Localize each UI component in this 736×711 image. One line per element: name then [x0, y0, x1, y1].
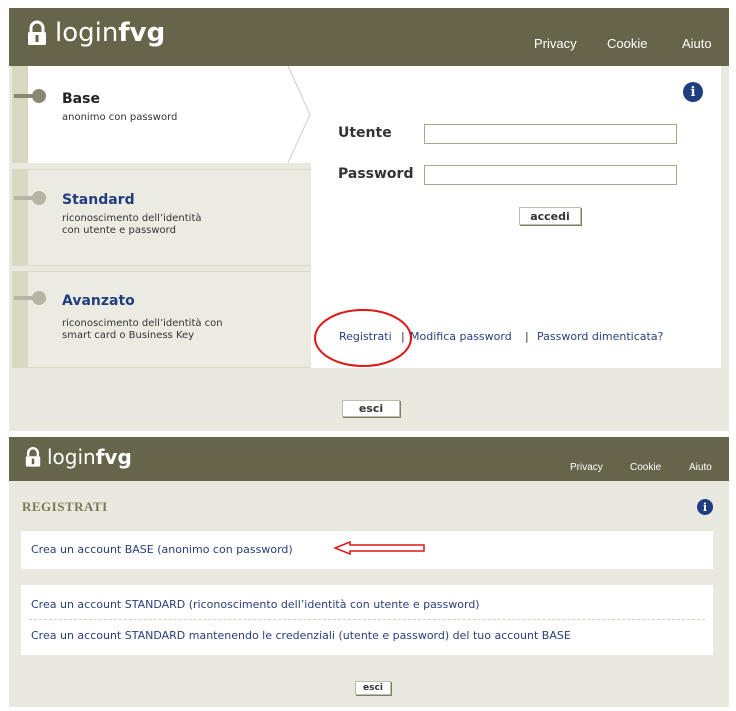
- tab-avanzato-title: Avanzato: [62, 293, 135, 309]
- tab-base-desc: anonimo con password: [62, 112, 178, 123]
- annotation-arrow: [334, 541, 425, 555]
- tab-avanzato-desc-1: riconoscimento dell’identità con: [62, 318, 223, 329]
- user-input[interactable]: [424, 124, 677, 144]
- tab-standard-desc-2: con utente e password: [62, 225, 176, 236]
- tab-standard-desc-1: riconoscimento dell’identità: [62, 213, 202, 224]
- tab-standard-title: Standard: [62, 192, 135, 208]
- logo-prefix: login: [55, 18, 119, 48]
- password-label: Password: [338, 166, 414, 182]
- key-icon: [14, 290, 48, 309]
- tab-avanzato[interactable]: Avanzato riconoscimento dell’identità co…: [12, 271, 316, 368]
- create-base-account-link[interactable]: Crea un account BASE (anonimo con passwo…: [31, 543, 293, 556]
- tab-standard[interactable]: Standard riconoscimento dell’identità co…: [12, 169, 316, 266]
- logo-prefix: login: [47, 445, 96, 469]
- lock-icon: [25, 446, 41, 468]
- nav-privacy[interactable]: Privacy: [534, 36, 577, 51]
- create-standard-account-link[interactable]: Crea un account STANDARD (riconoscimento…: [31, 598, 480, 611]
- nav-aiuto[interactable]: Aiuto: [689, 462, 712, 473]
- logo[interactable]: loginfvg: [25, 445, 132, 469]
- tab-base-title: Base: [62, 91, 100, 107]
- tab-base[interactable]: Base anonimo con password: [12, 66, 316, 163]
- key-icon: [14, 190, 48, 209]
- nav-privacy[interactable]: Privacy: [570, 462, 603, 473]
- nav-cookie[interactable]: Cookie: [630, 462, 661, 473]
- key-icon: [14, 88, 48, 107]
- tab-avanzato-desc-2: smart card o Business Key: [62, 330, 195, 341]
- user-label: Utente: [338, 125, 392, 141]
- tab-arrow: [288, 66, 311, 163]
- forgot-password-link[interactable]: Password dimenticata?: [537, 330, 663, 343]
- info-icon[interactable]: i: [697, 499, 713, 515]
- password-input[interactable]: [424, 165, 677, 185]
- divider: [29, 619, 705, 620]
- exit-button[interactable]: esci: [355, 681, 391, 695]
- logo-bold: fvg: [95, 445, 132, 469]
- create-standard-from-base-link[interactable]: Crea un account STANDARD mantenendo le c…: [31, 629, 571, 642]
- info-icon[interactable]: i: [683, 82, 703, 102]
- login-button[interactable]: accedi: [519, 207, 581, 225]
- option-box-standard: Crea un account STANDARD (riconoscimento…: [21, 585, 713, 655]
- logo-bold: fvg: [118, 18, 166, 48]
- section-title: REGISTRATI: [22, 499, 108, 514]
- link-separator: |: [525, 330, 529, 343]
- logo[interactable]: loginfvg: [27, 18, 165, 48]
- top-header: loginfvg Privacy Cookie Aiuto: [9, 8, 729, 66]
- exit-button[interactable]: esci: [342, 400, 400, 417]
- lock-icon: [27, 20, 47, 46]
- nav-aiuto[interactable]: Aiuto: [682, 36, 712, 51]
- annotation-circle: [314, 309, 412, 367]
- change-password-link[interactable]: Modifica password: [410, 330, 512, 343]
- bottom-header: loginfvg Privacy Cookie Aiuto: [9, 437, 729, 481]
- nav-cookie[interactable]: Cookie: [607, 36, 647, 51]
